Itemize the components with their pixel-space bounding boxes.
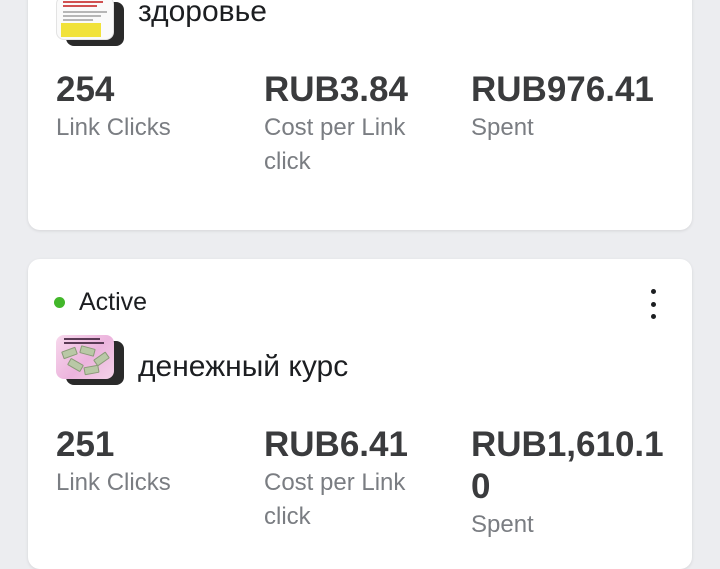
metric-value: RUB1,610.10 xyxy=(471,425,664,506)
metric-value: RUB6.41 xyxy=(264,425,408,464)
metric-cost-per-link-click: RUB3.84 Cost per Link click xyxy=(264,69,454,179)
metric-value: 251 xyxy=(56,425,115,464)
metric-label: Spent xyxy=(471,511,534,538)
metric-value: 254 xyxy=(56,70,115,109)
metric-spent: RUB1,610.10 Spent xyxy=(471,424,671,542)
metric-value: RUB3.84 xyxy=(264,70,408,109)
campaign-name[interactable]: здоровье xyxy=(138,0,267,30)
status-indicator: Active xyxy=(54,285,147,319)
status-text: Active xyxy=(79,287,148,316)
metric-label: Cost per Link click xyxy=(264,114,406,175)
metric-value: RUB976.41 xyxy=(471,70,654,109)
status-dot-icon xyxy=(54,296,65,308)
metric-link-clicks: 251 Link Clicks xyxy=(56,424,246,500)
metric-label: Link Clicks xyxy=(56,114,171,141)
campaign-card[interactable]: Active денежный курс 251 Link Clicks RUB… xyxy=(28,259,692,569)
ad-thumbnail-icon xyxy=(56,0,124,46)
metric-spent: RUB976.41 Spent xyxy=(471,69,671,145)
metric-label: Cost per Link click xyxy=(264,469,406,530)
metric-link-clicks: 254 Link Clicks xyxy=(56,69,246,145)
metric-label: Spent xyxy=(471,114,534,141)
more-vertical-icon[interactable] xyxy=(643,289,663,319)
campaign-name[interactable]: денежный курс xyxy=(138,349,348,385)
ad-thumbnail-icon xyxy=(56,335,124,385)
metric-label: Link Clicks xyxy=(56,469,171,496)
campaign-card[interactable]: здоровье 254 Link Clicks RUB3.84 Cost pe… xyxy=(28,0,692,230)
metric-cost-per-link-click: RUB6.41 Cost per Link click xyxy=(264,424,454,534)
